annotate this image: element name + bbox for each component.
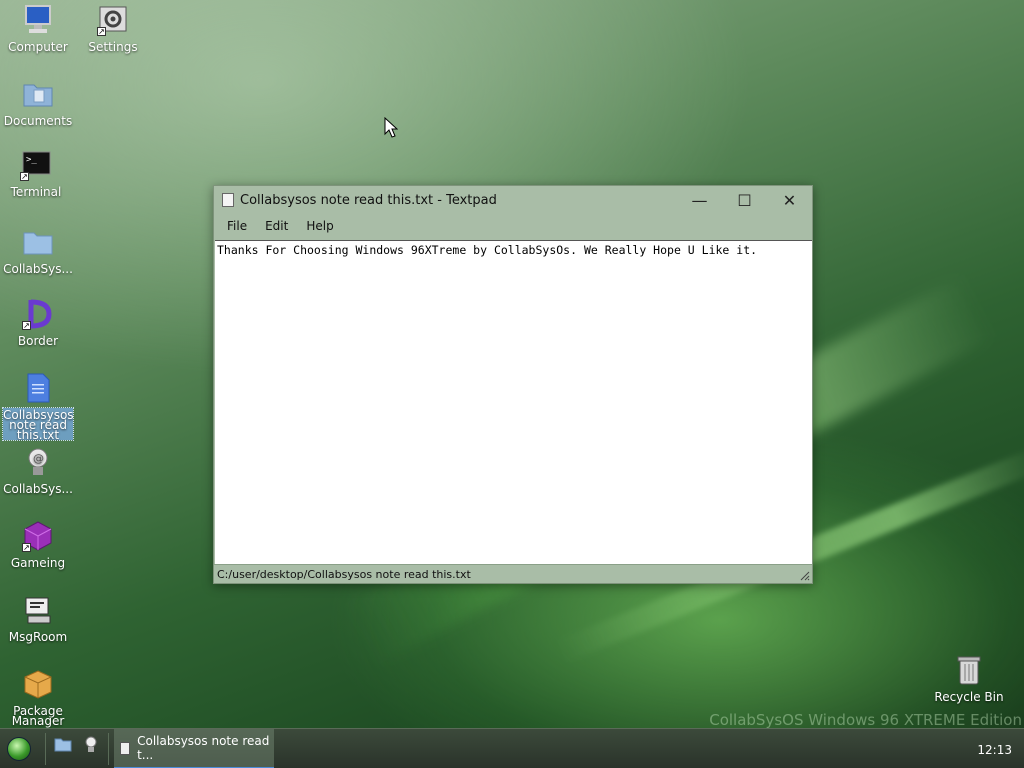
minimize-button[interactable]: —: [677, 186, 722, 214]
textpad-doc-icon: [120, 741, 131, 755]
task-label: Collabsysos note read t...: [137, 734, 270, 762]
desktop-icon-label: Terminal: [10, 185, 62, 199]
shortcut-arrow-icon: ↗: [22, 321, 31, 330]
desktop-icon-recycle-bin[interactable]: Recycle Bin: [934, 654, 1004, 704]
cube-game-icon: ↗: [22, 520, 54, 552]
desktop-icon-label: Recycle Bin: [934, 690, 1004, 704]
os-edition-watermark: CollabSysOS Windows 96 XTREME Edition: [709, 711, 1022, 729]
text-file-icon: [22, 372, 54, 404]
desktop-icon-gameing[interactable]: ↗ Gameing: [3, 520, 73, 570]
desktop-icon-label: CollabSys...: [3, 262, 73, 276]
desktop-icon-msgroom[interactable]: MsgRoom: [3, 594, 73, 644]
menu-file[interactable]: File: [218, 219, 256, 233]
desktop-icon-collabsys-web[interactable]: @ CollabSys...: [3, 446, 73, 496]
shortcut-arrow-icon: ↗: [22, 543, 31, 552]
svg-text:>_: >_: [26, 155, 37, 165]
computer-icon: [22, 4, 54, 36]
desktop-icon-label: Border: [17, 334, 59, 348]
textpad-doc-icon: [222, 193, 234, 207]
shortcut-arrow-icon: ↗: [97, 27, 106, 36]
gear-icon: ↗: [97, 4, 129, 36]
desktop-icon-label: Settings: [88, 40, 138, 54]
taskbar-separator: [108, 733, 109, 765]
menu-edit[interactable]: Edit: [256, 219, 297, 233]
terminal-icon: >_ ↗: [20, 149, 52, 181]
quicklaunch-web-icon[interactable]: [82, 735, 100, 753]
desktop-icon-computer[interactable]: Computer: [3, 4, 73, 54]
shortcut-arrow-icon: ↗: [20, 172, 29, 181]
window-title: Collabsysos note read this.txt - Textpad: [240, 192, 497, 208]
desktop-icon-label: MsgRoom: [8, 630, 68, 644]
trash-bin-icon: [953, 654, 985, 686]
taskbar: Collabsysos note read t... 12:13: [0, 728, 1024, 768]
maximize-button[interactable]: ☐: [722, 186, 767, 214]
file-path-status: C:/user/desktop/Collabsysos note read th…: [217, 568, 471, 581]
mouse-cursor-icon: [384, 117, 398, 138]
text-editor-area[interactable]: Thanks For Choosing Windows 96XTreme by …: [215, 240, 812, 565]
desktop-icon-package-manager[interactable]: Package Manager: [3, 668, 73, 728]
svg-text:@: @: [33, 452, 44, 465]
resize-grip-icon[interactable]: [798, 569, 810, 581]
textpad-window[interactable]: Collabsysos note read this.txt - Textpad…: [213, 185, 813, 584]
close-button[interactable]: ✕: [767, 186, 812, 214]
desktop-icon-border[interactable]: ↗ Border: [3, 298, 73, 348]
desktop-icon-documents[interactable]: Documents: [3, 78, 73, 128]
start-button[interactable]: [7, 737, 31, 761]
chat-computer-icon: [22, 594, 54, 626]
desktop-icon-label: Gameing: [10, 556, 66, 570]
desktop-icon-label: CollabSys...: [3, 482, 73, 496]
quicklaunch-folder-icon[interactable]: [54, 735, 72, 753]
menu-bar: File Edit Help: [214, 214, 812, 238]
window-titlebar[interactable]: Collabsysos note read this.txt - Textpad…: [214, 186, 812, 214]
taskbar-separator: [45, 733, 46, 765]
package-box-icon: [22, 668, 54, 700]
system-clock: 12:13: [977, 743, 1012, 757]
menu-help[interactable]: Help: [297, 219, 342, 233]
desktop-icon-terminal[interactable]: >_ ↗ Terminal: [1, 149, 71, 199]
folder-icon: [22, 226, 54, 258]
desktop-icon-note-txt[interactable]: Collabsysos note read this.txt: [2, 372, 74, 442]
desktop-icon-label: Collabsysos note read this.txt: [2, 407, 74, 442]
web-globe-icon: @: [22, 446, 54, 478]
status-bar: C:/user/desktop/Collabsysos note read th…: [214, 564, 812, 583]
desktop-icon-label: Documents: [3, 114, 73, 128]
desktop-icon-label: Package Manager: [11, 704, 65, 728]
desktop-icon-label: Computer: [8, 40, 68, 54]
desktop-icon-collabsys-folder[interactable]: CollabSys...: [3, 226, 73, 276]
folder-documents-icon: [22, 78, 54, 110]
border-app-icon: ↗: [22, 298, 54, 330]
taskbar-task-textpad[interactable]: Collabsysos note read t...: [114, 729, 274, 768]
desktop-icon-settings[interactable]: ↗ Settings: [78, 4, 148, 54]
